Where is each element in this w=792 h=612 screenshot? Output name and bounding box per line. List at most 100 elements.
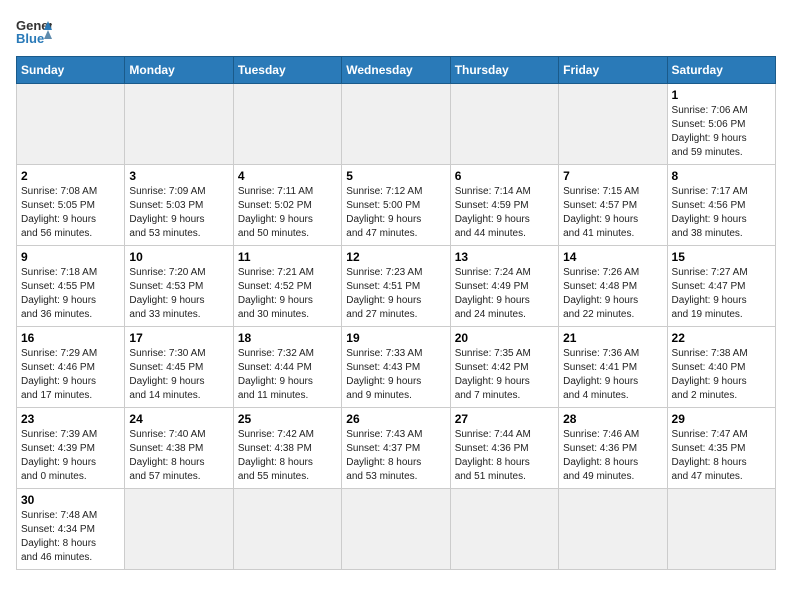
day-number: 25	[238, 412, 337, 426]
day-info: Sunrise: 7:24 AM Sunset: 4:49 PM Dayligh…	[455, 266, 554, 322]
calendar-day: 24Sunrise: 7:40 AM Sunset: 4:38 PM Dayli…	[125, 408, 233, 489]
calendar-day	[342, 84, 450, 165]
day-number: 1	[672, 88, 771, 102]
calendar-week-4: 16 Sunrise: 7:29 AM Sunset: 4:46 PM Dayli…	[17, 327, 776, 408]
calendar-table: SundayMondayTuesdayWednesdayThursdayFrid…	[16, 56, 776, 570]
day-info: Sunrise: 7:08 AM Sunset: 5:05 PM Dayligh…	[21, 185, 120, 241]
day-number: 14	[563, 250, 662, 264]
day-info: Sunrise: 7:18 AM Sunset: 4:55 PM Dayligh…	[21, 266, 120, 322]
day-number: 28	[563, 412, 662, 426]
day-info: Sunrise: 7:17 AM Sunset: 4:56 PM Dayligh…	[672, 185, 771, 241]
day-number: 6	[455, 169, 554, 183]
calendar-day	[125, 84, 233, 165]
calendar-day	[559, 84, 667, 165]
day-number: 20	[455, 331, 554, 345]
calendar-day: 1 Sunrise: 7:06 AM Sunset: 5:06 PM Daylig…	[667, 84, 775, 165]
day-info: Sunrise: 7:30 AM Sunset: 4:45 PM Dayligh…	[129, 347, 228, 403]
calendar-day	[17, 84, 125, 165]
calendar-day: 15Sunrise: 7:27 AM Sunset: 4:47 PM Dayli…	[667, 246, 775, 327]
calendar-day: 23 Sunrise: 7:39 AM Sunset: 4:39 PM Dayli…	[17, 408, 125, 489]
day-info: Sunrise: 7:47 AM Sunset: 4:35 PM Dayligh…	[672, 428, 771, 484]
calendar-day: 26 Sunrise: 7:43 AM Sunset: 4:37 PM Dayli…	[342, 408, 450, 489]
day-number: 22	[672, 331, 771, 345]
day-info: Sunrise: 7:35 AM Sunset: 4:42 PM Dayligh…	[455, 347, 554, 403]
calendar-week-5: 23 Sunrise: 7:39 AM Sunset: 4:39 PM Dayli…	[17, 408, 776, 489]
day-number: 3	[129, 169, 228, 183]
calendar-day: 6Sunrise: 7:14 AM Sunset: 4:59 PM Daylig…	[450, 165, 558, 246]
day-info: Sunrise: 7:27 AM Sunset: 4:47 PM Dayligh…	[672, 266, 771, 322]
day-info: Sunrise: 7:12 AM Sunset: 5:00 PM Dayligh…	[346, 185, 445, 241]
day-number: 17	[129, 331, 228, 345]
day-info: Sunrise: 7:09 AM Sunset: 5:03 PM Dayligh…	[129, 185, 228, 241]
calendar-day: 14 Sunrise: 7:26 AM Sunset: 4:48 PM Dayli…	[559, 246, 667, 327]
day-info: Sunrise: 7:36 AM Sunset: 4:41 PM Dayligh…	[563, 347, 662, 403]
day-info: Sunrise: 7:46 AM Sunset: 4:36 PM Dayligh…	[563, 428, 662, 484]
calendar-day: 21Sunrise: 7:36 AM Sunset: 4:41 PM Dayli…	[559, 327, 667, 408]
day-number: 11	[238, 250, 337, 264]
weekday-header-sunday: Sunday	[17, 57, 125, 84]
day-info: Sunrise: 7:29 AM Sunset: 4:46 PM Dayligh…	[21, 347, 120, 403]
calendar-day: 22Sunrise: 7:38 AM Sunset: 4:40 PM Dayli…	[667, 327, 775, 408]
calendar-day: 12 Sunrise: 7:23 AM Sunset: 4:51 PM Dayli…	[342, 246, 450, 327]
day-info: Sunrise: 7:44 AM Sunset: 4:36 PM Dayligh…	[455, 428, 554, 484]
calendar-day	[667, 489, 775, 570]
calendar-day	[233, 84, 341, 165]
day-number: 26	[346, 412, 445, 426]
day-info: Sunrise: 7:42 AM Sunset: 4:38 PM Dayligh…	[238, 428, 337, 484]
day-number: 16	[21, 331, 120, 345]
day-number: 30	[21, 493, 120, 507]
day-number: 29	[672, 412, 771, 426]
day-number: 23	[21, 412, 120, 426]
calendar-week-2: 2 Sunrise: 7:08 AM Sunset: 5:05 PM Daylig…	[17, 165, 776, 246]
calendar-day: 13 Sunrise: 7:24 AM Sunset: 4:49 PM Dayli…	[450, 246, 558, 327]
svg-text:Blue: Blue	[16, 31, 44, 46]
calendar-day: 30 Sunrise: 7:48 AM Sunset: 4:34 PM Dayli…	[17, 489, 125, 570]
day-number: 27	[455, 412, 554, 426]
day-info: Sunrise: 7:15 AM Sunset: 4:57 PM Dayligh…	[563, 185, 662, 241]
calendar-day: 4Sunrise: 7:11 AM Sunset: 5:02 PM Daylig…	[233, 165, 341, 246]
logo-icon: General Blue	[16, 16, 52, 46]
day-number: 12	[346, 250, 445, 264]
calendar-day	[342, 489, 450, 570]
day-info: Sunrise: 7:43 AM Sunset: 4:37 PM Dayligh…	[346, 428, 445, 484]
day-number: 10	[129, 250, 228, 264]
day-info: Sunrise: 7:39 AM Sunset: 4:39 PM Dayligh…	[21, 428, 120, 484]
calendar-day: 11 Sunrise: 7:21 AM Sunset: 4:52 PM Dayli…	[233, 246, 341, 327]
day-number: 19	[346, 331, 445, 345]
calendar-day: 7Sunrise: 7:15 AM Sunset: 4:57 PM Daylig…	[559, 165, 667, 246]
calendar-day: 2 Sunrise: 7:08 AM Sunset: 5:05 PM Daylig…	[17, 165, 125, 246]
calendar-week-1: 1 Sunrise: 7:06 AM Sunset: 5:06 PM Daylig…	[17, 84, 776, 165]
calendar-day: 18 Sunrise: 7:32 AM Sunset: 4:44 PM Dayli…	[233, 327, 341, 408]
day-info: Sunrise: 7:32 AM Sunset: 4:44 PM Dayligh…	[238, 347, 337, 403]
day-info: Sunrise: 7:20 AM Sunset: 4:53 PM Dayligh…	[129, 266, 228, 322]
calendar-day: 9 Sunrise: 7:18 AM Sunset: 4:55 PM Daylig…	[17, 246, 125, 327]
day-info: Sunrise: 7:11 AM Sunset: 5:02 PM Dayligh…	[238, 185, 337, 241]
day-number: 5	[346, 169, 445, 183]
weekday-header-wednesday: Wednesday	[342, 57, 450, 84]
day-info: Sunrise: 7:33 AM Sunset: 4:43 PM Dayligh…	[346, 347, 445, 403]
calendar-day: 8Sunrise: 7:17 AM Sunset: 4:56 PM Daylig…	[667, 165, 775, 246]
day-info: Sunrise: 7:48 AM Sunset: 4:34 PM Dayligh…	[21, 509, 120, 565]
calendar-week-6: 30 Sunrise: 7:48 AM Sunset: 4:34 PM Dayli…	[17, 489, 776, 570]
day-number: 9	[21, 250, 120, 264]
calendar-day	[450, 489, 558, 570]
calendar-day	[450, 84, 558, 165]
calendar-day	[559, 489, 667, 570]
day-info: Sunrise: 7:26 AM Sunset: 4:48 PM Dayligh…	[563, 266, 662, 322]
page-header: General Blue	[16, 16, 776, 46]
calendar-day: 29 Sunrise: 7:47 AM Sunset: 4:35 PM Dayli…	[667, 408, 775, 489]
calendar-week-3: 9 Sunrise: 7:18 AM Sunset: 4:55 PM Daylig…	[17, 246, 776, 327]
weekday-header-tuesday: Tuesday	[233, 57, 341, 84]
logo: General Blue	[16, 16, 52, 46]
calendar-day: 3 Sunrise: 7:09 AM Sunset: 5:03 PM Daylig…	[125, 165, 233, 246]
calendar-day: 10 Sunrise: 7:20 AM Sunset: 4:53 PM Dayli…	[125, 246, 233, 327]
day-number: 13	[455, 250, 554, 264]
day-info: Sunrise: 7:21 AM Sunset: 4:52 PM Dayligh…	[238, 266, 337, 322]
day-info: Sunrise: 7:06 AM Sunset: 5:06 PM Dayligh…	[672, 104, 771, 160]
calendar-day	[125, 489, 233, 570]
day-number: 18	[238, 331, 337, 345]
weekday-header-monday: Monday	[125, 57, 233, 84]
day-number: 2	[21, 169, 120, 183]
calendar-day	[233, 489, 341, 570]
day-info: Sunrise: 7:23 AM Sunset: 4:51 PM Dayligh…	[346, 266, 445, 322]
